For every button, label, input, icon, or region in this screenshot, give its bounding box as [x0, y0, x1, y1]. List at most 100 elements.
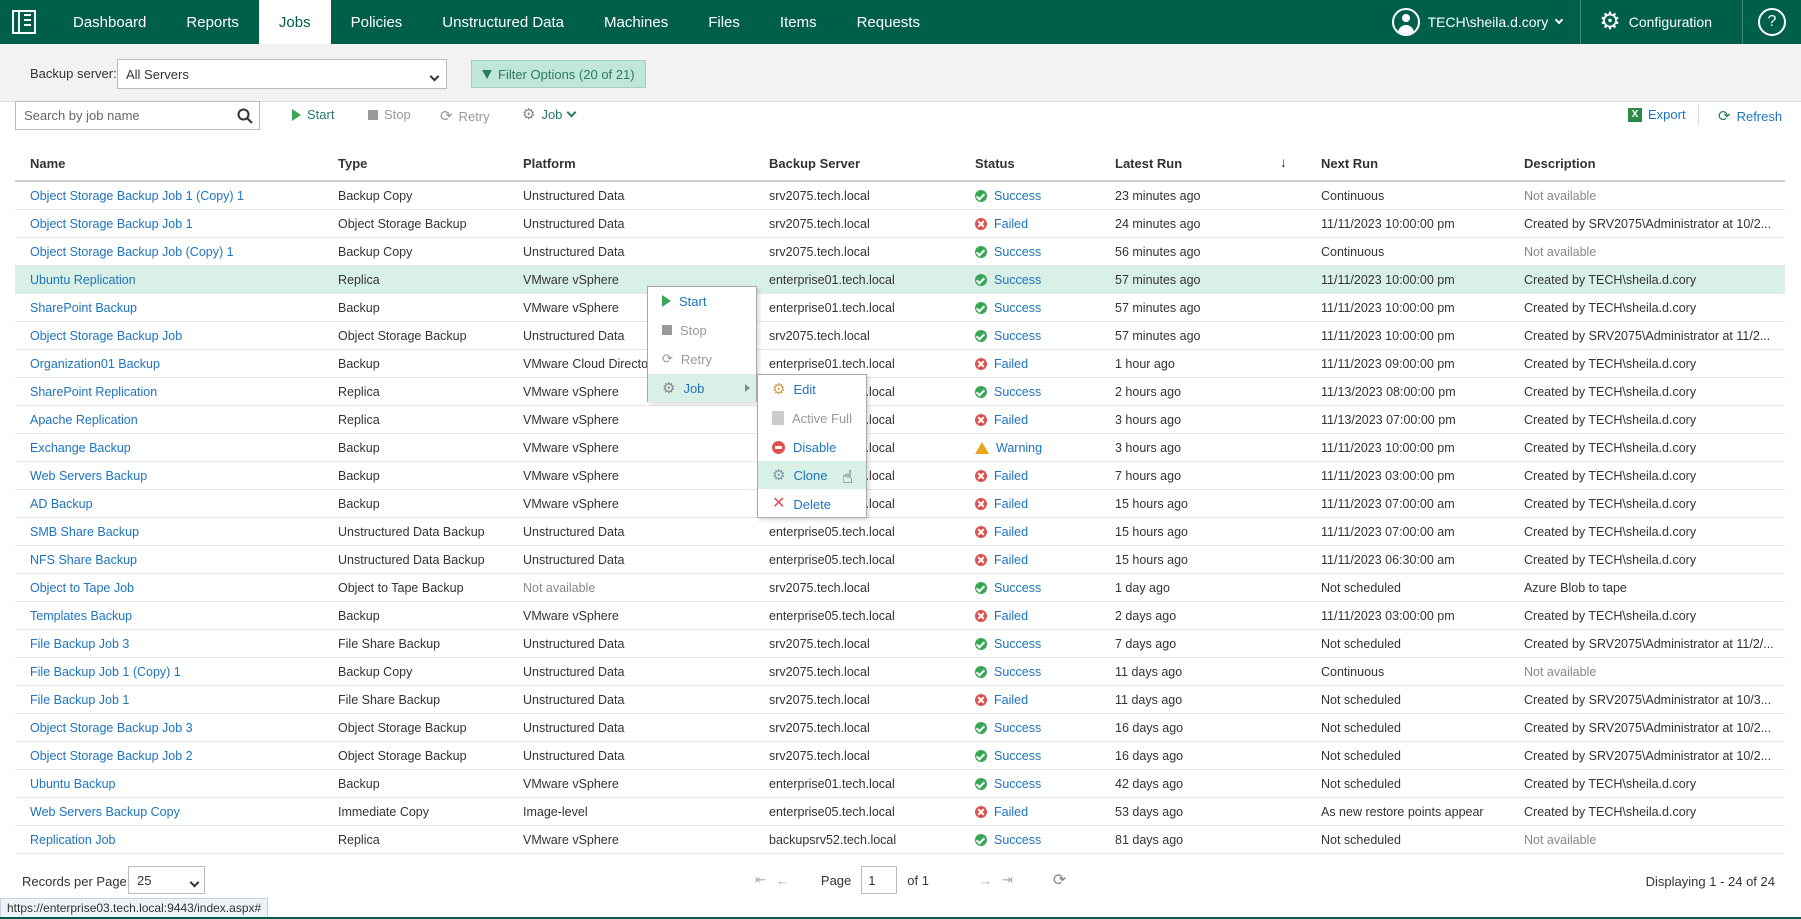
page-input[interactable]: 1 — [861, 866, 897, 894]
table-row[interactable]: Object Storage Backup Job 1 (Copy) 1Back… — [15, 182, 1785, 210]
status-cell[interactable]: Failed — [975, 217, 1028, 231]
next-page-icon[interactable]: → — [979, 873, 992, 888]
table-row[interactable]: Object Storage Backup Job 2Object Storag… — [15, 742, 1785, 770]
table-row[interactable]: Exchange BackupBackupVMware vSphereenter… — [15, 434, 1785, 462]
job-name-cell[interactable]: SharePoint Replication — [30, 385, 330, 399]
submenu-disable[interactable]: Disable — [758, 433, 866, 461]
job-name-cell[interactable]: File Backup Job 3 — [30, 637, 330, 651]
table-row[interactable]: NFS Share BackupUnstructured Data Backup… — [15, 546, 1785, 574]
table-row[interactable]: File Backup Job 3File Share BackupUnstru… — [15, 630, 1785, 658]
job-name-cell[interactable]: File Backup Job 1 — [30, 693, 330, 707]
job-name-cell[interactable]: Object to Tape Job — [30, 581, 330, 595]
retry-button[interactable]: ⟳ Retry — [440, 107, 490, 125]
context-menu-job[interactable]: ⚙ Job — [648, 374, 756, 402]
job-name-cell[interactable]: Web Servers Backup — [30, 469, 330, 483]
reload-icon[interactable]: ⟳ — [1053, 870, 1066, 890]
job-name-cell[interactable]: Object Storage Backup Job 1 (Copy) 1 — [30, 189, 330, 203]
table-row[interactable]: Object Storage Backup Job (Copy) 1Backup… — [15, 238, 1785, 266]
status-cell[interactable]: Failed — [975, 693, 1028, 707]
context-menu-start[interactable]: Start — [648, 287, 756, 315]
status-cell[interactable]: Success — [975, 749, 1041, 763]
status-cell[interactable]: Failed — [975, 609, 1028, 623]
status-cell[interactable]: Success — [975, 329, 1041, 343]
filter-options-button[interactable]: Filter Options (20 of 21) — [471, 60, 646, 88]
first-page-icon[interactable]: ⇤ — [755, 872, 766, 888]
job-name-cell[interactable]: Ubuntu Backup — [30, 777, 330, 791]
table-row[interactable]: Web Servers BackupBackupVMware vSphereen… — [15, 462, 1785, 490]
status-cell[interactable]: Failed — [975, 805, 1028, 819]
nav-tab-jobs[interactable]: Jobs — [259, 0, 331, 44]
nav-tab-reports[interactable]: Reports — [166, 0, 259, 44]
table-row[interactable]: SharePoint ReplicationReplicaVMware vSph… — [15, 378, 1785, 406]
status-cell[interactable]: Success — [975, 385, 1041, 399]
status-cell[interactable]: Success — [975, 637, 1041, 651]
user-menu[interactable]: TECH\sheila.d.cory — [1374, 0, 1582, 44]
job-name-cell[interactable]: NFS Share Backup — [30, 553, 330, 567]
table-row[interactable]: Organization01 BackupBackupVMware Cloud … — [15, 350, 1785, 378]
table-row[interactable]: File Backup Job 1File Share BackupUnstru… — [15, 686, 1785, 714]
job-menu-button[interactable]: ⚙ Job — [522, 107, 575, 122]
status-cell[interactable]: Success — [975, 245, 1041, 259]
prev-page-icon[interactable]: ← — [776, 873, 789, 888]
job-name-cell[interactable]: Replication Job — [30, 833, 330, 847]
submenu-edit[interactable]: ⚙ Edit — [758, 375, 866, 403]
nav-tab-dashboard[interactable]: Dashboard — [53, 0, 166, 44]
job-name-cell[interactable]: Object Storage Backup Job 3 — [30, 721, 330, 735]
status-cell[interactable]: Failed — [975, 357, 1028, 371]
submenu-active-full[interactable]: Active Full — [758, 404, 866, 432]
table-row[interactable]: Web Servers Backup CopyImmediate CopyIma… — [15, 798, 1785, 826]
job-name-cell[interactable]: Web Servers Backup Copy — [30, 805, 330, 819]
stop-button[interactable]: Stop — [368, 107, 411, 122]
export-button[interactable]: X Export — [1628, 107, 1686, 122]
context-menu-stop[interactable]: Stop — [648, 316, 756, 344]
job-name-cell[interactable]: Templates Backup — [30, 609, 330, 623]
status-cell[interactable]: Failed — [975, 413, 1028, 427]
status-cell[interactable]: Success — [975, 273, 1041, 287]
column-header-status[interactable]: Status — [975, 156, 1015, 171]
job-name-cell[interactable]: SMB Share Backup — [30, 525, 330, 539]
status-cell[interactable]: Success — [975, 665, 1041, 679]
column-header-description[interactable]: Description — [1524, 156, 1596, 171]
nav-tab-items[interactable]: Items — [760, 0, 837, 44]
status-cell[interactable]: Failed — [975, 497, 1028, 511]
table-row[interactable]: Ubuntu BackupBackupVMware vSphereenterpr… — [15, 770, 1785, 798]
nav-tab-machines[interactable]: Machines — [584, 0, 688, 44]
status-cell[interactable]: Success — [975, 833, 1041, 847]
job-name-cell[interactable]: AD Backup — [30, 497, 330, 511]
column-header-backup-server[interactable]: Backup Server — [769, 156, 860, 171]
job-name-cell[interactable]: Object Storage Backup Job (Copy) 1 — [30, 245, 330, 259]
column-header-latest-run[interactable]: Latest Run — [1115, 156, 1182, 171]
refresh-button[interactable]: ⟳ Refresh — [1718, 107, 1782, 125]
job-name-cell[interactable]: Object Storage Backup Job 2 — [30, 749, 330, 763]
job-name-cell[interactable]: Organization01 Backup — [30, 357, 330, 371]
status-cell[interactable]: Failed — [975, 525, 1028, 539]
configuration-button[interactable]: ⚙ Configuration — [1581, 0, 1743, 44]
table-row[interactable]: SMB Share BackupUnstructured Data Backup… — [15, 518, 1785, 546]
job-name-cell[interactable]: SharePoint Backup — [30, 301, 330, 315]
column-header-platform[interactable]: Platform — [523, 156, 576, 171]
table-row[interactable]: Ubuntu ReplicationReplicaVMware vSpheree… — [15, 266, 1785, 294]
job-name-cell[interactable]: Apache Replication — [30, 413, 330, 427]
job-name-cell[interactable]: File Backup Job 1 (Copy) 1 — [30, 665, 330, 679]
status-cell[interactable]: Failed — [975, 469, 1028, 483]
job-name-cell[interactable]: Ubuntu Replication — [30, 273, 330, 287]
table-row[interactable]: Object Storage Backup Job 3Object Storag… — [15, 714, 1785, 742]
sort-descending-icon[interactable]: ↓ — [1280, 154, 1287, 170]
job-name-cell[interactable]: Object Storage Backup Job — [30, 329, 330, 343]
table-row[interactable]: Apache ReplicationReplicaVMware vSpheree… — [15, 406, 1785, 434]
table-row[interactable]: Replication JobReplicaVMware vSphereback… — [15, 826, 1785, 854]
status-cell[interactable]: Warning — [975, 441, 1042, 455]
status-cell[interactable]: Success — [975, 189, 1041, 203]
nav-tab-requests[interactable]: Requests — [837, 0, 940, 44]
job-name-cell[interactable]: Exchange Backup — [30, 441, 330, 455]
nav-tab-unstructured-data[interactable]: Unstructured Data — [422, 0, 584, 44]
context-menu-retry[interactable]: ⟳ Retry — [648, 345, 756, 373]
table-row[interactable]: SharePoint BackupBackupVMware vSphereent… — [15, 294, 1785, 322]
search-icon[interactable] — [237, 108, 253, 124]
column-header-name[interactable]: Name — [30, 156, 65, 171]
help-button[interactable]: ? — [1743, 0, 1801, 44]
nav-tab-policies[interactable]: Policies — [331, 0, 423, 44]
table-row[interactable]: Object Storage Backup Job 1Object Storag… — [15, 210, 1785, 238]
status-cell[interactable]: Failed — [975, 553, 1028, 567]
app-logo-icon[interactable] — [0, 0, 48, 44]
